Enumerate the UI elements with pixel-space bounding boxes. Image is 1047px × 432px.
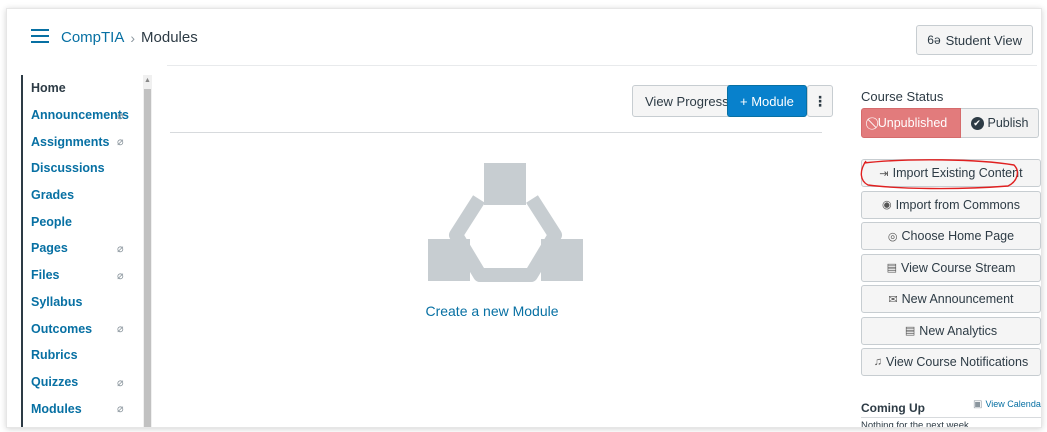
modules-empty-illustration-icon xyxy=(428,163,583,282)
choose-home-page-button[interactable]: ◎ Choose Home Page xyxy=(861,222,1041,250)
hidden-from-students-icon: ⌀ xyxy=(117,109,124,122)
unpublished-button[interactable]: ⃠ Unpublished xyxy=(861,108,961,138)
nav-item-home[interactable]: Home xyxy=(23,75,149,102)
stream-icon: ▤ xyxy=(886,262,897,274)
calendar-icon: ▣ xyxy=(973,399,983,410)
nav-item-label: Assignments xyxy=(31,134,110,149)
view-progress-button[interactable]: View Progress xyxy=(632,85,742,117)
hidden-from-students-icon: ⌀ xyxy=(117,243,124,256)
nav-item-label: People xyxy=(31,214,72,229)
hidden-from-students-icon: ⌀ xyxy=(117,376,124,389)
nav-item-assignments[interactable]: Assignments ⌀ xyxy=(23,128,149,155)
analytics-icon: ▤ xyxy=(904,325,916,337)
view-calendar-link[interactable]: ▣ View Calendar xyxy=(973,399,1042,410)
publish-button[interactable]: ✔ Publish xyxy=(961,108,1039,138)
unpublished-label: Unpublished xyxy=(877,116,948,130)
toolbar-divider xyxy=(170,132,822,133)
nav-item-label: Outcomes xyxy=(31,321,93,336)
nav-item-label: Pages xyxy=(31,241,68,256)
canvas-window: CompTIA › Modules 6ə Student View Home An… xyxy=(6,8,1042,428)
header-divider xyxy=(167,65,1037,66)
nav-item-outcomes[interactable]: Outcomes ⌀ xyxy=(23,315,149,342)
sidebar-button-label: Choose Home Page xyxy=(901,229,1015,243)
publish-toggle: ⃠ Unpublished ✔ Publish xyxy=(861,108,1039,138)
more-options-button[interactable]: ⋮ xyxy=(807,85,833,117)
coming-up-empty-text: Nothing for the next week xyxy=(861,420,969,428)
coming-up-divider xyxy=(861,417,1041,418)
glasses-icon: 6ə xyxy=(927,33,941,47)
commons-icon: ◉ xyxy=(882,199,892,211)
create-module-link[interactable]: Create a new Module xyxy=(162,303,822,319)
hidden-from-students-icon: ⌀ xyxy=(117,136,124,149)
hidden-from-students-icon: ⌀ xyxy=(117,403,124,416)
modules-main: View Progress + Module ⋮ Create a new Mo… xyxy=(162,75,833,427)
student-view-button[interactable]: 6ə Student View xyxy=(916,25,1033,55)
course-navigation: Home Announcements ⌀ Assignments ⌀ Discussion… xyxy=(21,75,149,427)
publish-label: Publish xyxy=(987,116,1029,130)
target-icon: ◎ xyxy=(887,230,898,243)
course-sidebar: Course Status ⃠ Unpublished ✔ Publish Co… xyxy=(860,75,1042,428)
nav-item-label: Quizzes xyxy=(31,374,79,389)
check-circle-icon: ✔ xyxy=(970,116,984,130)
nav-item-label: Grades xyxy=(31,188,75,203)
course-status-title: Course Status xyxy=(861,89,944,104)
page-header: CompTIA › Modules 6ə Student View xyxy=(7,9,1041,65)
breadcrumb-course-link[interactable]: CompTIA xyxy=(61,29,124,46)
import-from-commons-button[interactable]: ◉ Import from Commons xyxy=(861,190,1041,219)
view-course-stream-button[interactable]: ▤ View Course Stream xyxy=(861,253,1041,282)
new-announcement-button[interactable]: ✉ New Announcement xyxy=(861,285,1041,313)
scroll-up-arrow-icon[interactable]: ▲ xyxy=(144,77,151,84)
nav-item-grades[interactable]: Grades xyxy=(23,182,149,209)
nav-item-label: Modules xyxy=(31,401,82,416)
hidden-from-students-icon: ⌀ xyxy=(117,269,124,282)
bell-icon: ♫ xyxy=(873,356,883,368)
coming-up-title: Coming Up xyxy=(861,401,925,415)
nav-item-label: Rubrics xyxy=(31,348,78,363)
breadcrumb-separator: › xyxy=(130,29,136,46)
student-view-label: Student View xyxy=(945,32,1022,48)
nav-item-rubrics[interactable]: Rubrics xyxy=(23,342,149,369)
breadcrumb-current: Modules xyxy=(141,29,198,46)
import-icon: ⇥ xyxy=(879,167,889,180)
sidebar-button-label: View Course Stream xyxy=(901,260,1016,275)
sidebar-button-label: Import Existing Content xyxy=(892,166,1023,180)
nav-item-syllabus[interactable]: Syllabus xyxy=(23,289,149,316)
import-existing-content-button[interactable]: ⇥ Import Existing Content xyxy=(860,159,1041,190)
nav-scrollbar[interactable]: ▲ xyxy=(143,75,152,427)
nav-item-label: Discussions xyxy=(31,161,105,176)
breadcrumb: CompTIA › Modules xyxy=(61,29,198,46)
nav-item-label: Home xyxy=(31,81,66,96)
nav-item-label: Announcements xyxy=(31,108,129,123)
hidden-from-students-icon: ⌀ xyxy=(117,323,124,336)
nav-item-modules[interactable]: Modules ⌀ xyxy=(23,395,149,422)
nav-item-files[interactable]: Files ⌀ xyxy=(23,262,149,289)
sidebar-button-label: New Analytics xyxy=(919,323,998,338)
nav-item-label: Files xyxy=(31,268,60,283)
hamburger-menu-icon[interactable] xyxy=(31,29,49,43)
sidebar-button-label: New Announcement xyxy=(901,292,1014,306)
scrollbar-thumb[interactable] xyxy=(144,89,151,427)
nav-item-pages[interactable]: Pages ⌀ xyxy=(23,235,149,262)
view-course-notifications-button[interactable]: ♫ View Course Notifications xyxy=(861,348,1041,376)
sidebar-button-label: View Course Notifications xyxy=(886,355,1029,369)
megaphone-icon: ✉ xyxy=(888,293,898,306)
nav-item-discussions[interactable]: Discussions xyxy=(23,155,149,182)
nav-item-quizzes[interactable]: Quizzes ⌀ xyxy=(23,369,149,396)
nav-item-people[interactable]: People xyxy=(23,208,149,235)
add-module-button[interactable]: + Module xyxy=(727,85,807,117)
sidebar-button-label: Import from Commons xyxy=(895,197,1020,212)
view-calendar-label: View Calendar xyxy=(985,399,1042,409)
nav-item-label: Syllabus xyxy=(31,294,83,309)
nav-item-announcements[interactable]: Announcements ⌀ xyxy=(23,102,149,129)
new-analytics-button[interactable]: ▤ New Analytics xyxy=(861,316,1041,345)
